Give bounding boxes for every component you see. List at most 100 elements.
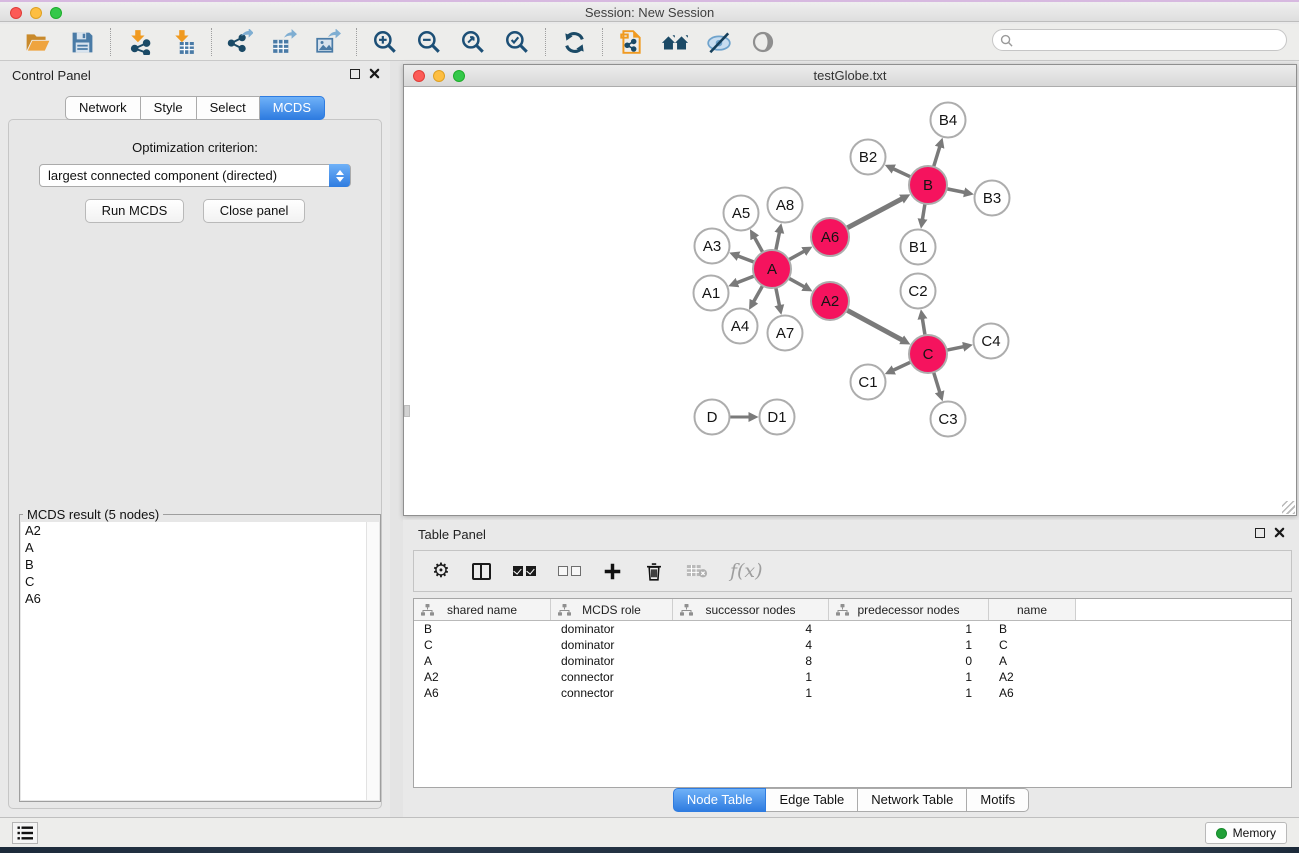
zoom-selected-icon[interactable]	[503, 28, 531, 56]
table-row[interactable]: A2connector11A2	[414, 669, 1291, 685]
node-A1[interactable]: A1	[694, 276, 729, 311]
open-session-icon[interactable]	[24, 28, 52, 56]
node-D1[interactable]: D1	[760, 400, 795, 435]
export-table-icon[interactable]	[270, 28, 298, 56]
result-item[interactable]: A6	[21, 590, 379, 607]
cell-MCDS-role[interactable]: dominator	[551, 637, 673, 653]
node-B2[interactable]: B2	[851, 140, 886, 175]
cell-MCDS-role[interactable]: dominator	[551, 621, 673, 637]
edge-B-B2[interactable]	[893, 169, 913, 178]
node-C4[interactable]: C4	[974, 324, 1009, 359]
close-panel-icon[interactable]	[369, 68, 380, 79]
add-column-icon[interactable]	[603, 558, 622, 584]
cell-MCDS-role[interactable]: connector	[551, 685, 673, 701]
table-row[interactable]: Bdominator41B	[414, 621, 1291, 637]
search-field[interactable]	[992, 29, 1287, 51]
zoom-in-icon[interactable]	[371, 28, 399, 56]
cell-MCDS-role[interactable]: dominator	[551, 653, 673, 669]
node-B1[interactable]: B1	[901, 230, 936, 265]
refresh-icon[interactable]	[560, 28, 588, 56]
table-tab-network-table[interactable]: Network Table	[858, 788, 967, 812]
edge-A-A4[interactable]	[753, 284, 763, 302]
save-session-icon[interactable]	[68, 28, 96, 56]
zoom-out-icon[interactable]	[415, 28, 443, 56]
cell-name[interactable]: A2	[989, 669, 1076, 685]
cell-successor-nodes[interactable]: 4	[673, 621, 829, 637]
edge-A-A8[interactable]	[775, 232, 779, 252]
node-C[interactable]: C	[909, 335, 947, 373]
node-table[interactable]: shared nameMCDS rolesuccessor nodesprede…	[413, 598, 1292, 788]
node-B[interactable]: B	[909, 166, 947, 204]
search-input[interactable]	[1013, 33, 1286, 47]
cell-successor-nodes[interactable]: 8	[673, 653, 829, 669]
canvas-edge-handle[interactable]	[404, 405, 410, 417]
table-tab-node-table[interactable]: Node Table	[673, 788, 767, 812]
hide-panel-icon[interactable]	[705, 28, 733, 56]
cell-successor-nodes[interactable]: 1	[673, 685, 829, 701]
criterion-select[interactable]: largest connected component (directed)	[39, 164, 351, 187]
result-item[interactable]: C	[21, 573, 379, 590]
edge-B-B4[interactable]	[933, 146, 940, 168]
select-all-icon[interactable]	[513, 558, 536, 584]
network-window-titlebar[interactable]: testGlobe.txt	[404, 65, 1296, 87]
cell-name[interactable]: A6	[989, 685, 1076, 701]
edge-C-C3[interactable]	[933, 370, 940, 392]
node-A2[interactable]: A2	[811, 282, 849, 320]
table-tab-motifs[interactable]: Motifs	[967, 788, 1029, 812]
network-canvas[interactable]: AA2A6BCA1A3A4A5A7A8B1B2B3B4C1C2C3C4DD1	[404, 87, 1296, 515]
node-A4[interactable]: A4	[723, 309, 758, 344]
cell-shared-name[interactable]: A	[414, 653, 551, 669]
panel-divider[interactable]	[390, 61, 403, 817]
node-A8[interactable]: A8	[768, 188, 803, 223]
edge-A-A6[interactable]	[787, 251, 805, 261]
node-B4[interactable]: B4	[931, 103, 966, 138]
cell-shared-name[interactable]: C	[414, 637, 551, 653]
column-header-successor-nodes[interactable]: successor nodes	[673, 599, 829, 620]
edge-C-C1[interactable]	[893, 361, 913, 370]
cell-name[interactable]: C	[989, 637, 1076, 653]
export-image-icon[interactable]	[314, 28, 342, 56]
memory-button[interactable]: Memory	[1205, 822, 1287, 844]
table-row[interactable]: Cdominator41C	[414, 637, 1291, 653]
cell-name[interactable]: B	[989, 621, 1076, 637]
export-network-icon[interactable]	[226, 28, 254, 56]
cell-predecessor-nodes[interactable]: 0	[829, 653, 989, 669]
table-settings-icon[interactable]: ⚙	[432, 558, 450, 584]
function-builder-icon[interactable]: f(x)	[730, 558, 763, 584]
show-panel-icon[interactable]	[749, 28, 777, 56]
column-header-name[interactable]: name	[989, 599, 1076, 620]
split-view-icon[interactable]	[472, 558, 491, 584]
cell-shared-name[interactable]: A6	[414, 685, 551, 701]
deselect-all-icon[interactable]	[558, 558, 581, 584]
clone-network-icon[interactable]	[617, 28, 645, 56]
network-graph[interactable]: AA2A6BCA1A3A4A5A7A8B1B2B3B4C1C2C3C4DD1	[404, 87, 1296, 515]
edge-A2-C[interactable]	[845, 309, 903, 340]
edge-A-A2[interactable]	[787, 277, 805, 287]
result-item[interactable]: A2	[21, 522, 379, 539]
run-mcds-button[interactable]: Run MCDS	[85, 199, 185, 223]
cell-shared-name[interactable]: B	[414, 621, 551, 637]
cell-predecessor-nodes[interactable]: 1	[829, 669, 989, 685]
node-A[interactable]: A	[753, 250, 791, 288]
node-C3[interactable]: C3	[931, 402, 966, 437]
node-B3[interactable]: B3	[975, 181, 1010, 216]
zoom-fit-icon[interactable]	[459, 28, 487, 56]
node-A7[interactable]: A7	[768, 316, 803, 351]
edge-A-A7[interactable]	[775, 286, 779, 306]
tab-mcds[interactable]: MCDS	[260, 96, 325, 120]
table-row[interactable]: A6connector11A6	[414, 685, 1291, 701]
delete-table-icon[interactable]	[686, 558, 708, 584]
node-A3[interactable]: A3	[695, 229, 730, 264]
node-C2[interactable]: C2	[901, 274, 936, 309]
column-header-shared-name[interactable]: shared name	[414, 599, 551, 620]
result-item[interactable]: A	[21, 539, 379, 556]
tab-style[interactable]: Style	[141, 96, 197, 120]
edge-B-B3[interactable]	[945, 188, 965, 192]
tab-select[interactable]: Select	[197, 96, 260, 120]
window-resize-grip[interactable]	[1282, 501, 1295, 514]
cell-name[interactable]: A	[989, 653, 1076, 669]
column-header-predecessor-nodes[interactable]: predecessor nodes	[829, 599, 989, 620]
cell-predecessor-nodes[interactable]: 1	[829, 621, 989, 637]
cell-successor-nodes[interactable]: 4	[673, 637, 829, 653]
cell-predecessor-nodes[interactable]: 1	[829, 685, 989, 701]
